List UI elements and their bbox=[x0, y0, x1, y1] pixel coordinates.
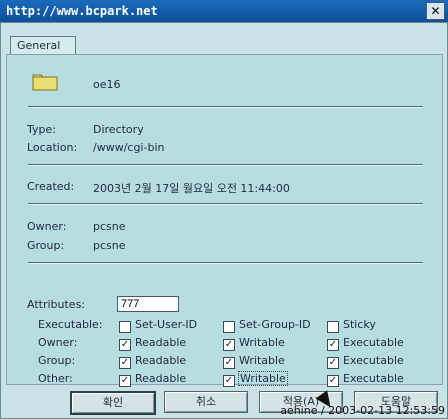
readable-label: Readable bbox=[135, 372, 187, 385]
checkbox-sticky[interactable] bbox=[327, 321, 339, 333]
checkbox-group-writable[interactable]: ✓ bbox=[223, 357, 235, 369]
separator bbox=[28, 106, 423, 108]
ok-button[interactable]: 확인 bbox=[70, 391, 156, 415]
location-label: Location: bbox=[27, 141, 78, 154]
checkbox-other-executable[interactable]: ✓ bbox=[327, 375, 339, 387]
checkbox-owner-executable[interactable]: ✓ bbox=[327, 339, 339, 351]
readable-label: Readable bbox=[135, 354, 187, 367]
checkbox-group-executable[interactable]: ✓ bbox=[327, 357, 339, 369]
group-row-label: Group: bbox=[38, 354, 76, 367]
other-row-label: Other: bbox=[38, 372, 73, 385]
set-user-id-label: Set-User-ID bbox=[135, 318, 198, 331]
close-button[interactable]: ✕ bbox=[426, 2, 445, 20]
sticky-label: Sticky bbox=[343, 318, 376, 331]
watermark: aehine / 2003-02-13 12:53:59 bbox=[280, 404, 445, 417]
dialog-frame: General oe16 Type: Directory Location: /… bbox=[0, 22, 448, 419]
checkbox-owner-writable[interactable]: ✓ bbox=[223, 339, 235, 351]
executable-label-col: Executable bbox=[343, 336, 404, 349]
general-panel: oe16 Type: Directory Location: /www/cgi-… bbox=[6, 54, 443, 387]
close-icon: ✕ bbox=[430, 4, 441, 18]
executable-label-col: Executable bbox=[343, 354, 404, 367]
readable-label: Readable bbox=[135, 336, 187, 349]
owner-label: Owner: bbox=[27, 220, 67, 233]
separator bbox=[28, 164, 423, 166]
title-bar: http://www.bcpark.net ✕ bbox=[0, 0, 448, 22]
attributes-input[interactable] bbox=[117, 296, 179, 312]
location-value: /www/cgi-bin bbox=[93, 141, 165, 154]
type-label: Type: bbox=[27, 123, 56, 136]
checkbox-other-readable[interactable]: ✓ bbox=[119, 375, 131, 387]
tab-general[interactable]: General bbox=[10, 36, 76, 55]
cancel-button[interactable]: 취소 bbox=[164, 391, 248, 413]
created-value: 2003년 2월 17일 월요일 오전 11:44:00 bbox=[93, 182, 290, 195]
attributes-label: Attributes: bbox=[27, 298, 86, 311]
separator bbox=[28, 203, 423, 205]
group-label: Group: bbox=[27, 239, 65, 252]
type-value: Directory bbox=[93, 123, 144, 136]
writable-label: Writable bbox=[239, 336, 285, 349]
separator bbox=[28, 262, 423, 264]
checkbox-group-readable[interactable]: ✓ bbox=[119, 357, 131, 369]
writable-label: Writable bbox=[239, 354, 285, 367]
group-value: pcsne bbox=[93, 239, 126, 252]
checkbox-other-writable[interactable]: ✓ bbox=[223, 375, 235, 387]
writable-label: Writable bbox=[238, 371, 288, 386]
set-group-id-label: Set-Group-ID bbox=[239, 318, 311, 331]
folder-icon bbox=[32, 74, 58, 91]
owner-row-label: Owner: bbox=[38, 336, 78, 349]
checkbox-owner-readable[interactable]: ✓ bbox=[119, 339, 131, 351]
checkbox-set-user-id[interactable] bbox=[119, 321, 131, 333]
owner-value: pcsne bbox=[93, 220, 126, 233]
created-label: Created: bbox=[27, 180, 75, 193]
file-name: oe16 bbox=[93, 78, 121, 91]
window-title: http://www.bcpark.net bbox=[6, 4, 158, 18]
executable-label: Executable: bbox=[38, 318, 103, 331]
executable-label-col: Executable bbox=[343, 372, 404, 385]
checkbox-set-group-id[interactable] bbox=[223, 321, 235, 333]
